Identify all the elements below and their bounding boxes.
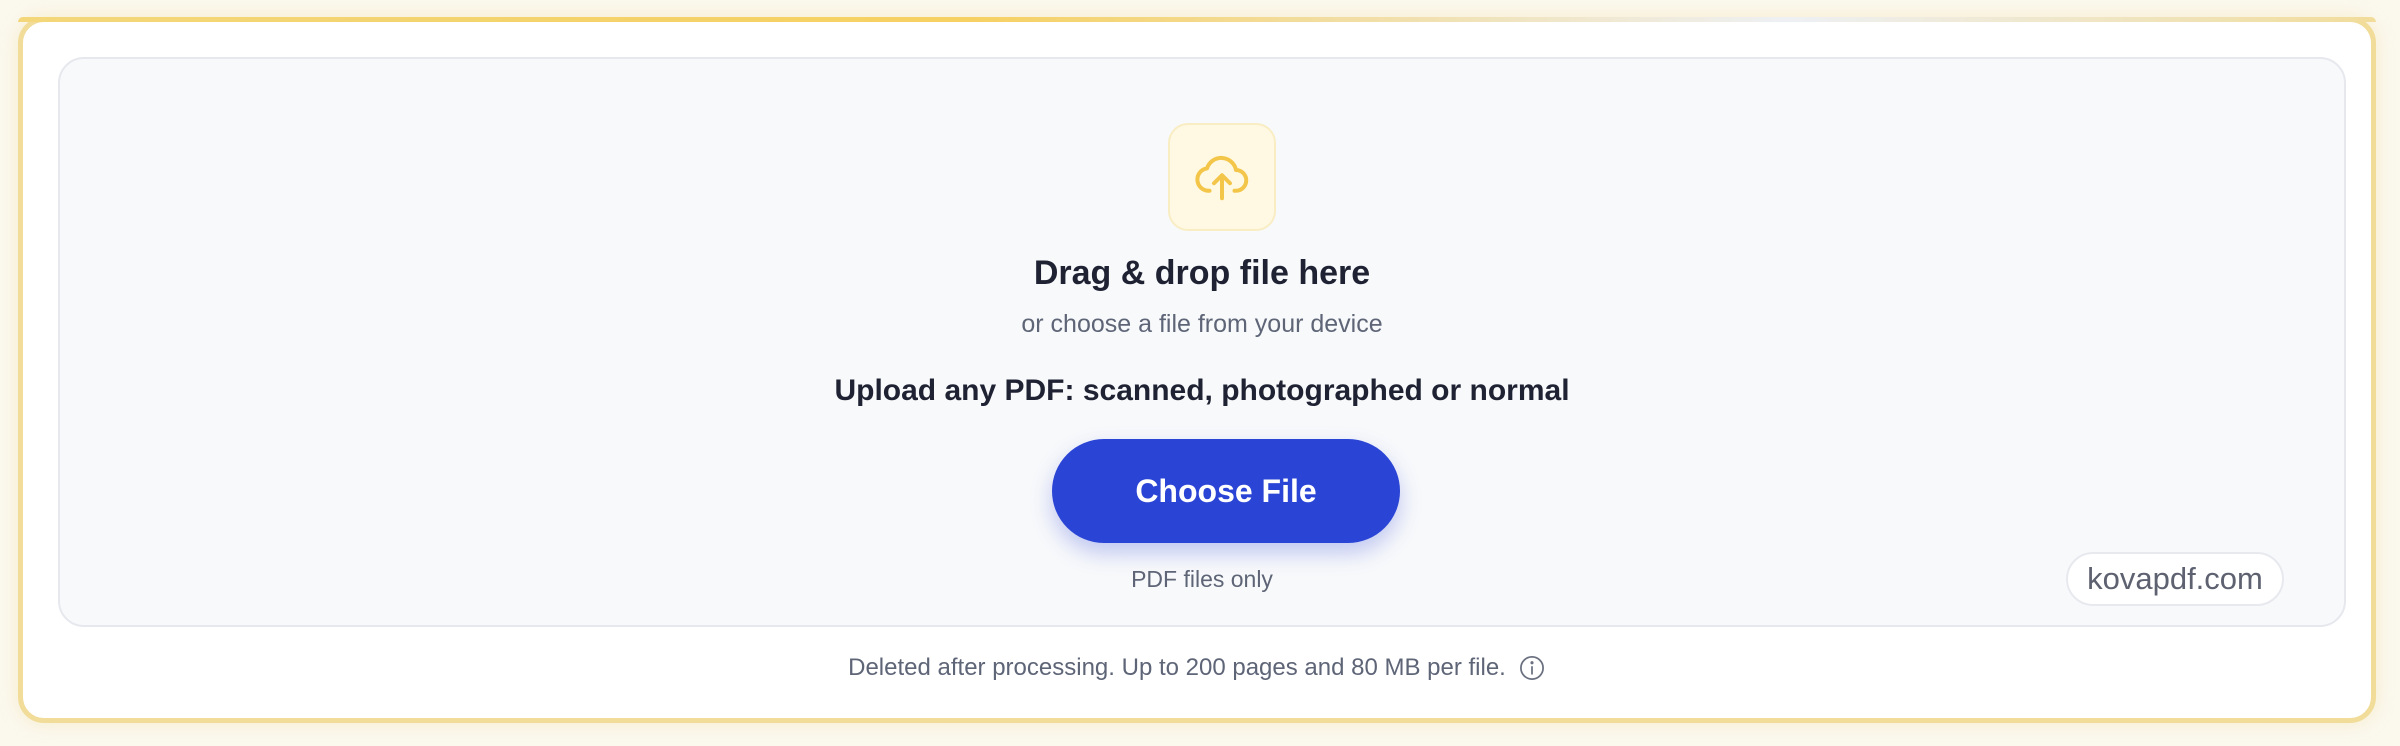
footer-note-text: Deleted after processing. Up to 200 page… [848,654,1506,681]
watermark-badge: kovapdf.com [2066,552,2284,606]
drag-drop-title: Drag & drop file here [1033,254,1371,292]
choose-file-subtitle: or choose a file from your device [1021,310,1383,338]
choose-file-button[interactable]: Choose File [1052,439,1400,543]
file-type-note: PDF files only [1131,566,1273,592]
footer-note: Deleted after processing. Up to 200 page… [23,654,2371,682]
upload-card: Drag & drop file here or choose a file f… [18,17,2376,723]
upload-hint: Upload any PDF: scanned, photographed or… [834,374,1570,407]
info-icon[interactable] [1518,654,1546,682]
cloud-upload-icon [1168,123,1276,231]
drop-zone[interactable]: Drag & drop file here or choose a file f… [58,57,2346,627]
